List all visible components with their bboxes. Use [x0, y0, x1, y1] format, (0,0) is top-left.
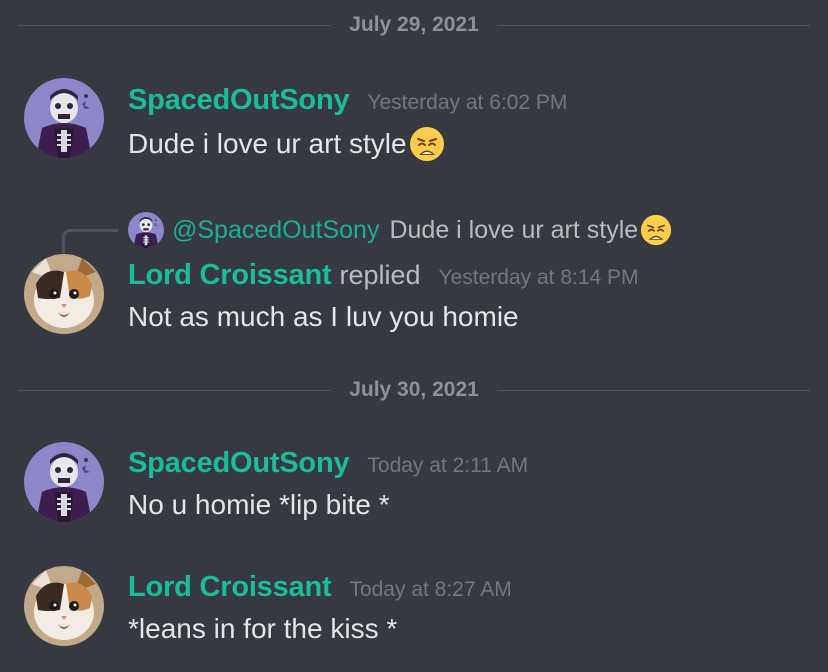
divider-line — [496, 389, 811, 391]
timestamp: Yesterday at 8:14 PM — [438, 266, 639, 289]
message-text: Not as much as I luv you homie — [128, 301, 519, 332]
message: SpacedOutSony Yesterday at 6:02 PM Dude … — [128, 84, 818, 162]
date-divider-label: July 30, 2021 — [349, 378, 479, 401]
username[interactable]: Lord Croissant — [128, 571, 332, 604]
message-text: *leans in for the kiss * — [128, 613, 398, 644]
reply-mention[interactable]: @SpacedOutSony — [172, 216, 379, 245]
message-content: No u homie *lip bite * — [128, 489, 818, 521]
avatar[interactable] — [24, 442, 104, 522]
reply-reference[interactable]: @SpacedOutSony Dude i love ur art style — [128, 212, 672, 248]
timestamp: Today at 2:11 AM — [367, 454, 529, 477]
timestamp: Yesterday at 6:02 PM — [367, 91, 568, 114]
message-header: Lord Croissant Today at 8:27 AM — [128, 571, 818, 604]
divider-line — [18, 24, 332, 26]
username[interactable]: Lord Croissant — [128, 259, 332, 292]
avatar[interactable] — [24, 254, 104, 334]
username[interactable]: SpacedOutSony — [128, 447, 350, 480]
message-text: No u homie *lip bite * — [128, 489, 390, 520]
date-divider: July 29, 2021 — [18, 13, 811, 36]
message-content: *leans in for the kiss * — [128, 613, 818, 645]
message: Lord Croissant replied Yesterday at 8:14… — [128, 259, 818, 333]
message: Lord Croissant Today at 8:27 AM *leans i… — [128, 571, 818, 645]
message-content: Not as much as I luv you homie — [128, 301, 818, 333]
date-divider: July 30, 2021 — [18, 378, 811, 401]
avatar[interactable] — [24, 78, 104, 158]
avatar[interactable] — [24, 566, 104, 646]
reply-spine — [62, 229, 118, 253]
reply-preview-label: Dude i love ur art style — [389, 215, 639, 244]
message: SpacedOutSony Today at 2:11 AM No u homi… — [128, 447, 818, 521]
reply-avatar — [128, 212, 164, 248]
date-divider-label: July 29, 2021 — [349, 13, 479, 36]
replied-label: replied — [339, 260, 421, 290]
message-header: SpacedOutSony Yesterday at 6:02 PM — [128, 84, 818, 117]
divider-line — [18, 389, 332, 391]
divider-line — [496, 24, 811, 26]
reply-preview-text: Dude i love ur art style — [389, 214, 672, 246]
message-text: Dude i love ur art style — [128, 128, 407, 159]
username[interactable]: SpacedOutSony — [128, 84, 350, 117]
weary-face-emoji-icon — [409, 126, 445, 162]
timestamp: Today at 8:27 AM — [349, 578, 512, 601]
chat-log: July 29, 2021 SpacedOutSony Yesterday at… — [0, 0, 828, 672]
message-header: SpacedOutSony Today at 2:11 AM — [128, 447, 818, 480]
weary-face-emoji-icon — [640, 214, 672, 246]
message-content: Dude i love ur art style — [128, 126, 818, 162]
message-header: Lord Croissant replied Yesterday at 8:14… — [128, 259, 818, 292]
